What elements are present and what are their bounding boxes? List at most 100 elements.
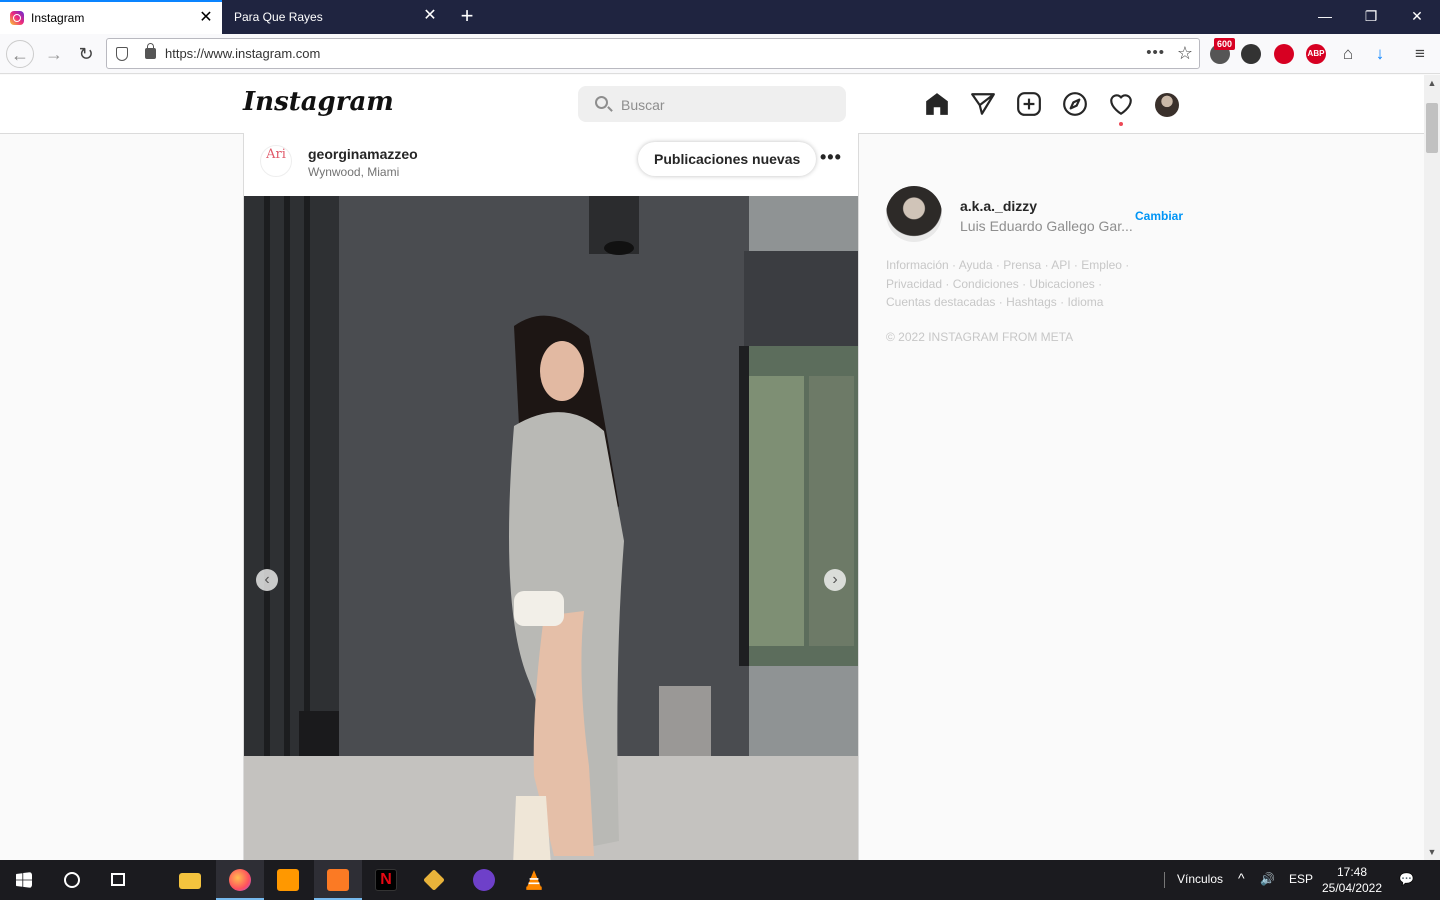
- lock-icon[interactable]: [145, 43, 156, 59]
- activity-heart-icon[interactable]: [1108, 91, 1134, 117]
- abp-icon[interactable]: ABP: [1306, 44, 1326, 64]
- file-explorer-icon[interactable]: [166, 860, 214, 900]
- explore-icon[interactable]: [1062, 91, 1088, 117]
- translate-icon[interactable]: [1241, 44, 1261, 64]
- scroll-up-icon[interactable]: ▲: [1424, 75, 1440, 91]
- back-button[interactable]: ←: [6, 40, 34, 68]
- page-scrollbar[interactable]: ▲ ▼: [1424, 75, 1440, 860]
- post-photo-illustration: [244, 196, 858, 860]
- sublime-text-icon[interactable]: [264, 860, 312, 900]
- carousel-prev-button[interactable]: ‹: [256, 569, 278, 591]
- footer-link[interactable]: Ayuda: [959, 258, 993, 272]
- firefox-taskbar-icon[interactable]: [216, 860, 264, 900]
- clock-date: 25/04/2022: [1321, 881, 1383, 895]
- language-indicator[interactable]: ESP: [1289, 872, 1313, 886]
- post-options-icon[interactable]: •••: [820, 147, 842, 168]
- minimize-button[interactable]: —: [1302, 0, 1348, 32]
- sidebar-profile-avatar[interactable]: [886, 186, 942, 242]
- footer-link[interactable]: Prensa: [1003, 258, 1041, 272]
- extension-badge: 600: [1214, 38, 1236, 50]
- new-post-icon[interactable]: [1016, 91, 1042, 117]
- close-window-button[interactable]: ✕: [1394, 0, 1440, 32]
- post-author-avatar[interactable]: Ari: [260, 145, 292, 177]
- volume-icon[interactable]: 🔊: [1260, 872, 1275, 886]
- footer-separator: ·: [995, 295, 1007, 309]
- home-icon[interactable]: [924, 91, 950, 117]
- footer-link[interactable]: Cuentas destacadas: [886, 295, 995, 309]
- carousel-next-button[interactable]: ›: [824, 569, 846, 591]
- tracking-shield-icon[interactable]: [116, 47, 128, 61]
- scroll-down-icon[interactable]: ▼: [1424, 844, 1440, 860]
- forward-button[interactable]: →: [40, 40, 68, 68]
- scroll-thumb[interactable]: [1426, 103, 1438, 153]
- post-location[interactable]: Wynwood, Miami: [308, 165, 399, 179]
- page-actions-menu[interactable]: •••: [1146, 44, 1165, 61]
- footer-link[interactable]: API: [1051, 258, 1070, 272]
- footer-separator: ·: [1121, 258, 1130, 272]
- menu-icon[interactable]: ≡: [1410, 44, 1430, 64]
- search-placeholder: Buscar: [621, 97, 665, 113]
- opera-adblock-icon[interactable]: [1274, 44, 1294, 64]
- url-bar[interactable]: https://www.instagram.com ••• ☆: [106, 38, 1200, 69]
- instagram-header: Instagram Buscar: [0, 75, 1424, 134]
- profile-avatar[interactable]: [1155, 93, 1179, 117]
- footer-separator: ·: [1070, 258, 1082, 272]
- vlc-icon[interactable]: [510, 860, 558, 900]
- footer-link[interactable]: Privacidad: [886, 277, 942, 291]
- github-desktop-icon[interactable]: [460, 860, 508, 900]
- post-photo[interactable]: ‹ ›: [244, 196, 858, 860]
- footer-separator: ·: [942, 276, 953, 291]
- tab-para-que-rayes[interactable]: Para Que Rayes ✕: [224, 0, 446, 34]
- instagram-page: Instagram Buscar Ari georginamazzeo Wynw…: [0, 75, 1424, 860]
- browser-tab-strip: Instagram ✕ Para Que Rayes ✕ + — ❐ ✕: [0, 0, 1440, 34]
- bookmark-star-icon[interactable]: ☆: [1177, 43, 1193, 64]
- download-icon[interactable]: ↓: [1370, 44, 1390, 64]
- tab-label: Instagram: [31, 11, 85, 25]
- links-toolbar[interactable]: Vínculos: [1177, 872, 1223, 886]
- footer-separator: ·: [1018, 276, 1030, 291]
- search-icon: [595, 96, 608, 109]
- switch-account-button[interactable]: Cambiar: [1135, 209, 1183, 223]
- notification-center-icon[interactable]: 💬: [1399, 872, 1414, 886]
- url-text[interactable]: https://www.instagram.com: [165, 46, 320, 61]
- sidebar-full-name: Luis Eduardo Gallego Gar...: [960, 218, 1133, 234]
- notification-dot: [1119, 122, 1123, 126]
- taskbar-divider: [1164, 872, 1165, 888]
- footer-link[interactable]: Condiciones: [953, 277, 1019, 291]
- home-icon[interactable]: ⌂: [1338, 44, 1358, 64]
- direct-messages-icon[interactable]: [970, 91, 996, 117]
- system-clock[interactable]: 17:48 25/04/2022: [1320, 864, 1384, 896]
- footer-separator: ·: [948, 258, 959, 272]
- task-view-icon[interactable]: [96, 860, 144, 900]
- close-tab-icon[interactable]: ✕: [198, 10, 214, 26]
- footer-link[interactable]: Empleo: [1081, 258, 1122, 272]
- start-button[interactable]: [0, 860, 48, 900]
- post-author-username[interactable]: georginamazzeo: [308, 146, 418, 162]
- instagram-logo[interactable]: Instagram: [243, 87, 394, 117]
- footer-link[interactable]: Idioma: [1067, 295, 1103, 309]
- instagram-favicon-icon: [10, 11, 24, 25]
- footer-separator: ·: [992, 258, 1004, 272]
- restore-button[interactable]: ❐: [1348, 0, 1394, 32]
- footer-separator: ·: [1094, 276, 1103, 291]
- footer-links: Información · Ayuda · Prensa · API · Emp…: [886, 256, 1136, 312]
- netflix-icon[interactable]: N: [362, 860, 410, 900]
- footer-link[interactable]: Información: [886, 258, 949, 272]
- reload-button[interactable]: ↻: [72, 40, 100, 68]
- tab-instagram[interactable]: Instagram ✕: [0, 0, 222, 34]
- footer-link[interactable]: Hashtags: [1006, 295, 1057, 309]
- show-hidden-icons[interactable]: ^: [1238, 870, 1245, 886]
- tab-label: Para Que Rayes: [234, 10, 323, 24]
- search-input[interactable]: Buscar: [578, 86, 846, 122]
- footer-separator: ·: [1041, 258, 1052, 272]
- cortana-search-icon[interactable]: [48, 860, 96, 900]
- new-posts-button[interactable]: Publicaciones nuevas: [638, 142, 817, 176]
- close-tab-icon[interactable]: ✕: [422, 8, 438, 24]
- footer-separator: ·: [1056, 295, 1068, 309]
- xampp-icon[interactable]: [314, 860, 362, 900]
- pen-app-icon[interactable]: [410, 860, 458, 900]
- sidebar-username[interactable]: a.k.a._dizzy: [960, 198, 1037, 214]
- new-tab-button[interactable]: +: [455, 4, 479, 28]
- copyright-text: © 2022 INSTAGRAM FROM META: [886, 330, 1074, 344]
- footer-link[interactable]: Ubicaciones: [1029, 277, 1094, 291]
